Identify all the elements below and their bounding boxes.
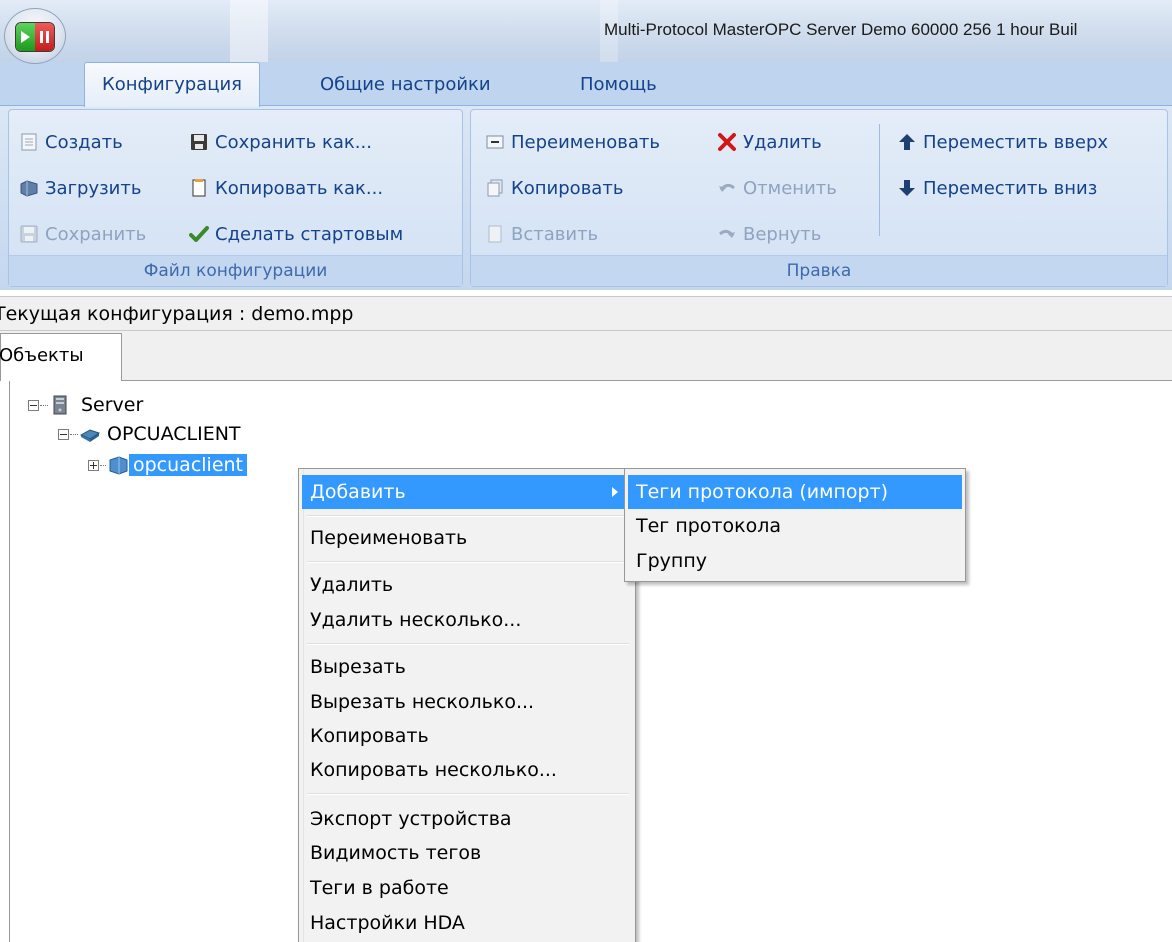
save-label: Сохранить [45, 223, 147, 245]
save-as-label: Сохранить как... [215, 131, 372, 153]
tab-help[interactable]: Помощь [580, 74, 657, 95]
tree-connector [100, 464, 106, 466]
menu-item-copy[interactable]: Копировать [302, 719, 632, 753]
ribbon-panel: Создать Загрузить Сохранить Сохранить ка… [0, 105, 1172, 290]
menu-item-add-label: Добавить [310, 481, 406, 503]
menu-separator [307, 561, 629, 563]
rename-button[interactable]: Переименовать [485, 127, 660, 157]
menu-separator [307, 793, 629, 795]
make-startup-label: Сделать стартовым [215, 223, 404, 245]
menu-item-group[interactable]: Группу [628, 544, 962, 578]
move-up-button[interactable]: Переместить вверх [897, 127, 1108, 157]
edit-group-separator [879, 124, 880, 236]
load-folder-icon [19, 178, 39, 198]
tree-connector [40, 404, 48, 406]
add-submenu: Теги протокола (импорт) Тег протокола Гр… [624, 468, 966, 582]
tree-label-opcuaclient-group: OPCUACLIENT [107, 423, 241, 445]
menu-item-delete[interactable]: Удалить [302, 568, 632, 602]
copy-as-button[interactable]: Копировать как... [189, 173, 383, 203]
tree-label-server: Server [81, 394, 144, 416]
rename-label: Переименовать [511, 131, 660, 153]
save-disk-icon [19, 224, 39, 244]
menu-item-hda-settings[interactable]: Настройки HDA [302, 906, 632, 940]
redo-icon [717, 224, 737, 244]
redo-label: Вернуть [743, 223, 822, 245]
copy-label: Копировать [511, 177, 624, 199]
menu-item-cut[interactable]: Вырезать [302, 650, 632, 684]
paste-label: Вставить [511, 223, 599, 245]
title-bar-highlight [230, 0, 268, 62]
collapse-toggle-icon[interactable] [28, 399, 39, 411]
menu-item-copy-multiple[interactable]: Копировать несколько... [302, 753, 632, 787]
redo-button[interactable]: Вернуть [717, 219, 821, 249]
device-icon [107, 455, 129, 475]
app-logo-icon [15, 22, 55, 52]
menu-item-delete-multiple[interactable]: Удалить несколько... [302, 603, 632, 637]
copy-icon [485, 178, 505, 198]
paste-icon [485, 224, 505, 244]
copy-button[interactable]: Копировать [485, 173, 623, 203]
menu-item-export-device[interactable]: Экспорт устройства [302, 802, 632, 836]
file-config-group-label: Файл конфигурации [9, 255, 462, 286]
menu-item-rename[interactable]: Переименовать [302, 521, 632, 555]
save-as-disk-icon [189, 132, 209, 152]
move-up-label: Переместить вверх [923, 131, 1109, 153]
tree-connector [70, 433, 78, 435]
tab-general-settings[interactable]: Общие настройки [320, 74, 491, 95]
current-config-bar: Текущая конфигурация : demo.mpp [0, 296, 1172, 331]
server-icon [49, 395, 71, 415]
menu-item-protocol-tag[interactable]: Тег протокола [628, 509, 962, 543]
copy-document-icon [189, 178, 209, 198]
collapse-toggle-icon[interactable] [58, 428, 69, 440]
submenu-arrow-icon [612, 487, 618, 497]
create-button[interactable]: Создать [19, 127, 123, 157]
undo-label: Отменить [743, 177, 837, 199]
tree-node-opcuaclient-device[interactable]: opcuaclient [88, 451, 248, 479]
arrow-up-icon [897, 132, 917, 152]
make-startup-button[interactable]: Сделать стартовым [189, 219, 403, 249]
menu-item-tags-in-work[interactable]: Теги в работе [302, 871, 632, 905]
paste-button[interactable]: Вставить [485, 219, 598, 249]
tab-objects[interactable]: Объекты [0, 333, 122, 381]
current-config-text: Текущая конфигурация : demo.mpp [0, 303, 354, 325]
edit-group-label: Правка [471, 255, 1167, 286]
objects-tab-strip: Объекты [0, 331, 1172, 381]
delete-label: Удалить [743, 131, 822, 153]
menu-item-cut-multiple[interactable]: Вырезать несколько... [302, 685, 632, 719]
move-down-label: Переместить вниз [923, 177, 1098, 199]
copy-as-label: Копировать как... [215, 177, 384, 199]
menu-separator [307, 643, 629, 645]
file-config-group: Создать Загрузить Сохранить Сохранить ка… [8, 109, 463, 287]
menu-separator [307, 515, 629, 517]
checkmark-icon [189, 224, 209, 244]
window-title: Multi-Protocol MasterOPC Server Demo 600… [604, 20, 1078, 39]
delete-button[interactable]: Удалить [717, 127, 822, 157]
edit-group: Переименовать Копировать Вставить Удалит… [470, 109, 1168, 287]
undo-button[interactable]: Отменить [717, 173, 837, 203]
undo-icon [717, 178, 737, 198]
protocol-node-icon [79, 424, 101, 444]
menu-item-tag-visibility[interactable]: Видимость тегов [302, 836, 632, 870]
tree-label-opcuaclient-device: opcuaclient [129, 454, 248, 476]
save-button[interactable]: Сохранить [19, 219, 146, 249]
arrow-down-icon [897, 178, 917, 198]
menu-item-protocol-tags-import[interactable]: Теги протокола (импорт) [628, 475, 962, 509]
ribbon-tab-row: Конфигурация Общие настройки Помощь [0, 62, 1172, 107]
new-document-icon [19, 132, 39, 152]
load-label: Загрузить [45, 177, 142, 199]
expand-toggle-icon[interactable] [88, 459, 99, 471]
tree-node-server[interactable]: Server [28, 391, 147, 419]
move-down-button[interactable]: Переместить вниз [897, 173, 1097, 203]
tree-node-opcuaclient-group[interactable]: OPCUACLIENT [58, 420, 245, 448]
application-menu-button[interactable] [4, 8, 66, 64]
create-label: Создать [45, 131, 123, 153]
save-as-button[interactable]: Сохранить как... [189, 127, 372, 157]
tab-configuration[interactable]: Конфигурация [84, 62, 260, 107]
context-menu: Добавить Переименовать Удалить Удалить н… [298, 468, 636, 942]
title-bar: Multi-Protocol MasterOPC Server Demo 600… [0, 0, 1172, 62]
delete-x-icon [717, 132, 737, 152]
load-button[interactable]: Загрузить [19, 173, 141, 203]
menu-item-add[interactable]: Добавить [302, 475, 632, 509]
rename-icon [485, 132, 505, 152]
